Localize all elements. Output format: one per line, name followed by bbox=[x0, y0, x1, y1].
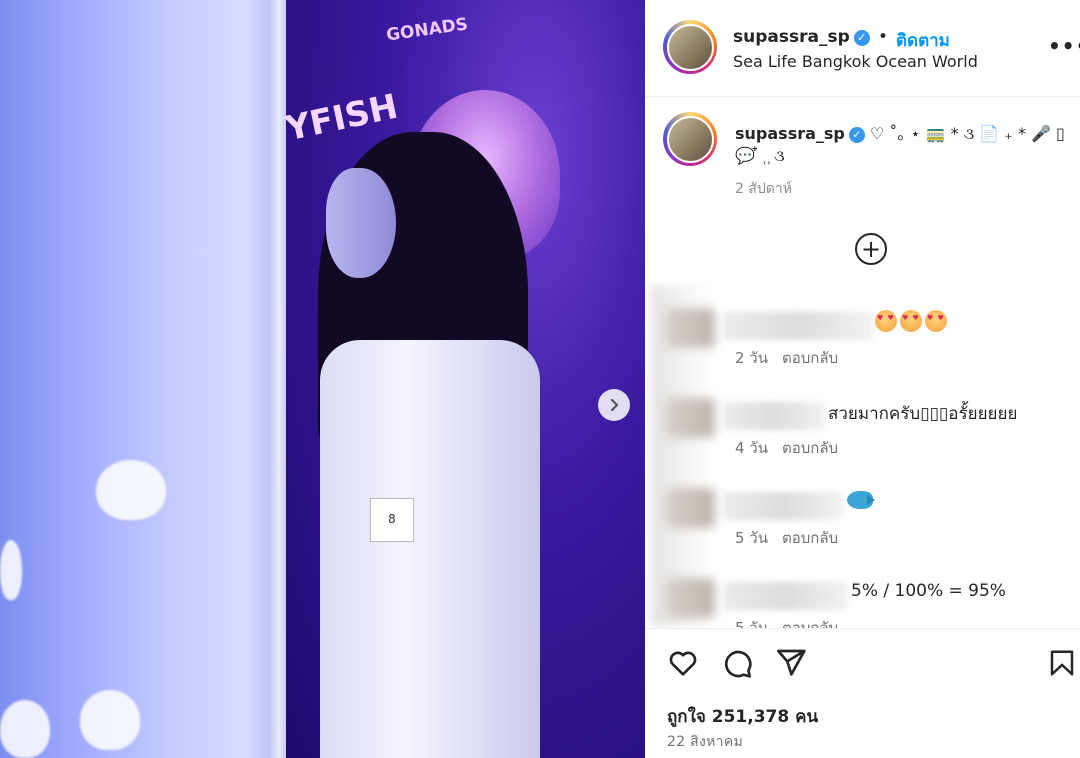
caption-text: supassra_sp ✓ ♡ ˚｡ ⋆ 🚃 * ૩ 📄 ₊ * 🎤 ▯💬 ໋ ᷂… bbox=[735, 123, 1065, 167]
comment-item: 5 วัน ตอบกลับ bbox=[645, 478, 1080, 568]
comment-text: สวยมากครับ▯▯▯อรั้ยยยยย bbox=[828, 404, 1018, 424]
chevron-right-icon bbox=[610, 398, 619, 412]
avatar[interactable] bbox=[665, 488, 715, 528]
blurred-username bbox=[723, 312, 873, 340]
comment-emojis bbox=[875, 310, 950, 333]
avatar[interactable] bbox=[665, 578, 715, 618]
author-avatar[interactable] bbox=[663, 20, 717, 74]
blurred-username bbox=[723, 492, 843, 520]
jellyfish bbox=[80, 690, 140, 750]
caption-username[interactable]: supassra_sp bbox=[735, 124, 845, 143]
comment-time[interactable]: 5 วัน bbox=[735, 529, 768, 547]
smiling-hearts-emoji-icon bbox=[925, 310, 947, 332]
header-separator: • bbox=[878, 27, 889, 47]
aquarium-tank bbox=[0, 0, 290, 758]
blurred-username bbox=[723, 582, 848, 610]
comment-text: 5% / 100% = 95% bbox=[851, 581, 1006, 601]
post-date[interactable]: 22 สิงหาคม bbox=[667, 731, 743, 753]
person-face bbox=[326, 168, 396, 278]
comment-emojis bbox=[847, 491, 875, 511]
jellyfish bbox=[96, 460, 166, 520]
post-actions: ถูกใจ 251,378 คน 22 สิงหาคม bbox=[645, 628, 1080, 758]
next-photo-button[interactable] bbox=[598, 389, 630, 421]
avatar[interactable] bbox=[665, 398, 715, 438]
blurred-username bbox=[723, 402, 825, 430]
post-header: supassra_sp ✓ • ติดตาม Sea Life Bangkok O… bbox=[645, 0, 1080, 97]
comment-item: 2 วัน ตอบกลับ bbox=[645, 298, 1080, 388]
comment-icon[interactable] bbox=[721, 647, 753, 679]
reply-button[interactable]: ตอบกลับ bbox=[782, 349, 838, 367]
comment-meta: 2 วัน ตอบกลับ bbox=[735, 346, 852, 370]
smiling-hearts-emoji-icon bbox=[900, 310, 922, 332]
author-username[interactable]: supassra_sp ✓ bbox=[733, 27, 870, 47]
more-options-icon[interactable]: ••• bbox=[1048, 34, 1080, 58]
comment-time[interactable]: 4 วัน bbox=[735, 439, 768, 457]
plus-circle-icon[interactable]: + bbox=[855, 233, 887, 265]
post-photo[interactable]: GONADS YFISH 8 bbox=[0, 0, 645, 758]
avatar[interactable] bbox=[665, 308, 715, 348]
smiling-hearts-emoji-icon bbox=[875, 310, 897, 332]
post-side-panel: supassra_sp ✓ • ติดตาม Sea Life Bangkok O… bbox=[645, 0, 1080, 758]
fish-emoji-icon bbox=[847, 491, 875, 509]
person-shirt bbox=[320, 340, 540, 758]
comment-time[interactable]: 2 วัน bbox=[735, 349, 768, 367]
send-icon[interactable] bbox=[775, 647, 807, 679]
jellyfish bbox=[0, 540, 22, 600]
author-username-text[interactable]: supassra_sp bbox=[733, 27, 850, 47]
reply-button[interactable]: ตอบกลับ bbox=[782, 529, 838, 547]
bookmark-icon[interactable] bbox=[1047, 647, 1077, 679]
verified-badge-icon: ✓ bbox=[848, 127, 865, 143]
jellyfish bbox=[0, 700, 50, 758]
verified-badge-icon: ✓ bbox=[853, 29, 870, 46]
like-count[interactable]: ถูกใจ 251,378 คน bbox=[667, 703, 818, 730]
caption-timestamp[interactable]: 2 สัปดาห์ bbox=[735, 178, 792, 200]
follow-button[interactable]: ติดตาม bbox=[896, 27, 950, 54]
caption-avatar[interactable] bbox=[663, 112, 717, 166]
heart-icon[interactable] bbox=[667, 647, 699, 679]
comment-item: สวยมากครับ▯▯▯อรั้ยยยยย 4 วัน ตอบกลับ bbox=[645, 388, 1080, 478]
comment-meta: 5 วัน ตอบกลับ bbox=[735, 526, 852, 550]
location-link[interactable]: Sea Life Bangkok Ocean World bbox=[733, 52, 978, 71]
comment-meta: 4 วัน ตอบกลับ bbox=[735, 436, 852, 460]
reply-button[interactable]: ตอบกลับ bbox=[782, 439, 838, 457]
shirt-tag: 8 bbox=[370, 498, 414, 542]
